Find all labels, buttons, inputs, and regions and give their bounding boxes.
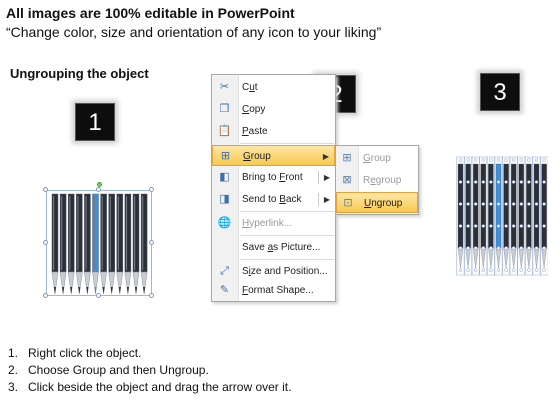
submenu-arrow-icon[interactable]: ▶ (324, 189, 330, 210)
group-submenu: ⊞ Group ⊠ Regroup ⊡ Ungroup (335, 145, 419, 215)
submenu-item-label: Group (363, 153, 391, 164)
menu-item-group[interactable]: ⊞ Group ▶ (212, 145, 335, 166)
step-3: 3. Click beside the object and drag the a… (8, 380, 292, 394)
menu-item-label: Hyperlink... (242, 218, 293, 229)
group-icon: ⊞ (220, 150, 231, 162)
menu-item-cut[interactable]: ✂ Cut (212, 77, 335, 98)
submenu-item-regroup: ⊠ Regroup (336, 170, 418, 191)
menu-item-label: Copy (242, 104, 266, 115)
pencil (51, 193, 59, 295)
header-title: All images are 100% editable in PowerPoi… (6, 5, 295, 21)
menu-item-hyperlink: 🌐 Hyperlink... (212, 213, 335, 234)
submenu-item-label: Regroup (363, 175, 402, 186)
ungrouped-pencil (509, 156, 519, 276)
step-badge-1: 1 (75, 103, 115, 141)
ungrouped-pencil (463, 156, 473, 276)
menu-item-format-shape[interactable]: ✎ Format Shape... (212, 280, 335, 301)
submenu-item-label: Ungroup (364, 198, 403, 209)
send-to-back-icon: ◨ (219, 193, 230, 205)
pencil (84, 193, 91, 295)
ungrouped-pencil (524, 156, 534, 276)
bring-to-front-icon: ◧ (219, 171, 230, 183)
grouped-pencils-object[interactable] (43, 182, 154, 300)
submenu-arrow-icon: ▶ (322, 152, 329, 161)
menu-item-label: Save as Picture... (242, 242, 321, 253)
pencil (140, 193, 148, 295)
pencil (108, 193, 115, 295)
ungrouped-pencils-illustration (456, 156, 549, 276)
ungrouped-pencils-object[interactable] (455, 156, 549, 276)
menu-item-label: Group (243, 151, 271, 162)
menu-item-paste[interactable]: 📋 Paste (212, 121, 335, 142)
ungrouped-pencil (516, 156, 526, 276)
header-subtitle: “Change color, size and orientation of a… (6, 24, 382, 40)
menu-separator (240, 259, 334, 260)
menu-item-label: Cut (242, 82, 258, 93)
menu-item-size-and-position[interactable]: ⤢ Size and Position... (212, 261, 335, 282)
paste-icon: 📋 (217, 125, 232, 137)
section-title: Ungrouping the object (10, 66, 149, 81)
step-badge-3: 3 (480, 73, 520, 111)
ungrouped-pencil (456, 156, 465, 276)
menu-item-label: Send to Back (242, 194, 302, 205)
split-divider (318, 193, 319, 206)
menu-separator (240, 235, 334, 236)
menu-separator (240, 211, 334, 212)
pencil (67, 193, 75, 295)
ungrouped-pencil (471, 156, 481, 276)
group-icon: ⊞ (342, 152, 352, 164)
pencil (116, 193, 124, 295)
ungrouped-pencil (478, 156, 488, 276)
menu-item-label: Format Shape... (242, 285, 314, 296)
hyperlink-icon: 🌐 (217, 217, 232, 229)
menu-item-send-to-back[interactable]: ◨ Send to Back ▶ (212, 189, 335, 210)
regroup-icon: ⊠ (342, 174, 352, 186)
pencil (100, 193, 107, 295)
size-position-icon: ⤢ (220, 265, 229, 277)
scissors-icon: ✂ (219, 81, 230, 93)
ungrouped-pencil (539, 156, 549, 276)
menu-item-bring-to-front[interactable]: ◧ Bring to Front ▶ (212, 167, 335, 188)
pencil (76, 193, 83, 295)
ungroup-icon: ⊡ (343, 197, 353, 209)
menu-item-label: Size and Position... (242, 266, 328, 277)
menu-item-label: Bring to Front (242, 172, 303, 183)
instruction-steps: 1. Right click the object. 2. Choose Group… (8, 346, 291, 397)
menu-item-label: Paste (242, 126, 268, 137)
copy-icon: ❐ (219, 103, 230, 115)
step-2: 2. Choose Group and then Ungroup. (8, 363, 209, 377)
context-menu: ✂ Cut ❐ Copy 📋 Paste ⊞ Group ▶ ◧ Bring t… (211, 74, 336, 302)
submenu-arrow-icon[interactable]: ▶ (324, 167, 330, 188)
ungrouped-pencil (501, 156, 511, 276)
pencil (132, 193, 140, 295)
split-divider (318, 171, 319, 184)
pencil (124, 193, 132, 295)
submenu-item-ungroup[interactable]: ⊡ Ungroup (336, 192, 418, 213)
format-shape-icon: ✎ (219, 284, 230, 296)
pencil (92, 193, 99, 295)
step-1: 1. Right click the object. (8, 346, 142, 360)
ungrouped-pencil (486, 156, 496, 276)
submenu-item-group: ⊞ Group (336, 148, 418, 169)
menu-separator (240, 143, 334, 144)
menu-item-save-as-picture[interactable]: Save as Picture... (212, 237, 335, 258)
ungrouped-pencil (494, 156, 503, 276)
pencils-illustration (51, 193, 148, 295)
ungrouped-pencil (532, 156, 541, 276)
pencil (59, 193, 67, 295)
menu-item-copy[interactable]: ❐ Copy (212, 99, 335, 120)
